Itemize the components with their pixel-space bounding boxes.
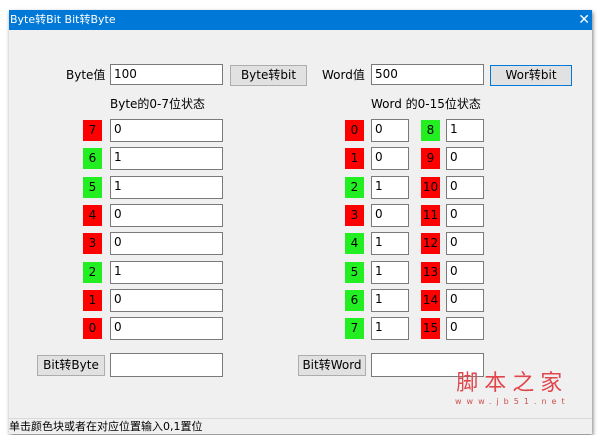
- word-bit-input[interactable]: 0: [446, 260, 484, 284]
- word-input[interactable]: 500: [371, 64, 484, 85]
- byte-result-input[interactable]: [110, 353, 223, 377]
- word-bit-input[interactable]: 1: [371, 260, 409, 284]
- word-label: Word值: [322, 68, 365, 82]
- byte-bit-input[interactable]: 0: [110, 288, 223, 312]
- watermark-name: 脚本之家: [456, 371, 569, 396]
- word-bit-toggle[interactable]: 2: [345, 176, 364, 198]
- word-bit-toggle[interactable]: 14: [421, 289, 440, 311]
- byte-bit-toggle[interactable]: 3: [83, 233, 102, 255]
- word-bit-toggle[interactable]: 12: [421, 233, 440, 255]
- word-bit-input[interactable]: 0: [371, 147, 409, 171]
- word-bit-toggle[interactable]: 4: [345, 233, 364, 255]
- watermark-url: www.jb51.net: [455, 397, 570, 406]
- word-bit-toggle[interactable]: 6: [345, 289, 364, 311]
- byte-bit-input[interactable]: 0: [110, 203, 223, 227]
- word-bit-toggle[interactable]: 9: [421, 148, 440, 170]
- byte-bit-toggle[interactable]: 4: [83, 204, 102, 226]
- byte-bit-toggle[interactable]: 2: [83, 261, 102, 283]
- word-bit-toggle[interactable]: 0: [345, 120, 364, 141]
- word-bit-input[interactable]: 0: [446, 232, 484, 256]
- byte-bit-toggle[interactable]: 5: [83, 176, 102, 198]
- word-section-title: Word 的0-15位状态: [371, 97, 481, 111]
- word-bit-input[interactable]: 1: [371, 288, 409, 312]
- byte-bit-toggle[interactable]: 6: [83, 148, 102, 170]
- word-bit-toggle[interactable]: 11: [421, 204, 440, 226]
- close-icon[interactable]: ✕: [578, 10, 590, 30]
- byte-to-bit-button[interactable]: Byte转bit: [230, 65, 307, 86]
- word-bit-input[interactable]: 0: [446, 147, 484, 171]
- word-bit-input[interactable]: 1: [371, 232, 409, 256]
- main-window: Byte转Bit Bit转Byte ✕ Byte值 100 Byte转bit W…: [9, 10, 592, 434]
- byte-label: Byte值: [66, 68, 106, 82]
- word-bit-input[interactable]: 0: [446, 175, 484, 199]
- byte-bit-input[interactable]: 0: [110, 119, 223, 142]
- word-bit-toggle[interactable]: 10: [421, 176, 440, 198]
- word-bit-input[interactable]: 0: [446, 317, 484, 341]
- word-bit-toggle[interactable]: 3: [345, 204, 364, 226]
- bit-to-byte-button[interactable]: Bit转Byte: [37, 355, 105, 376]
- word-bit-input[interactable]: 1: [371, 175, 409, 199]
- byte-bit-input[interactable]: 0: [110, 232, 223, 256]
- word-bit-toggle[interactable]: 7: [345, 318, 364, 340]
- byte-bit-toggle[interactable]: 7: [83, 120, 102, 141]
- word-bit-input[interactable]: 0: [446, 288, 484, 312]
- word-to-bit-button[interactable]: Wor转bit: [490, 65, 572, 86]
- status-bar: 单击颜色块或者在对应位置输入0,1置位: [9, 418, 592, 435]
- word-bit-toggle[interactable]: 5: [345, 261, 364, 283]
- byte-section-title: Byte的0-7位状态: [110, 97, 206, 111]
- word-bit-input[interactable]: 0: [446, 203, 484, 227]
- word-bit-input[interactable]: 1: [446, 119, 484, 142]
- word-bit-toggle[interactable]: 15: [421, 318, 440, 340]
- byte-bit-input[interactable]: 1: [110, 175, 223, 199]
- word-bit-toggle[interactable]: 1: [345, 148, 364, 170]
- word-bit-input[interactable]: 0: [371, 119, 409, 142]
- byte-input[interactable]: 100: [110, 64, 223, 85]
- word-bit-toggle[interactable]: 8: [421, 120, 440, 141]
- byte-bit-toggle[interactable]: 0: [83, 318, 102, 340]
- title-bar: Byte转Bit Bit转Byte ✕: [9, 10, 592, 30]
- bit-to-word-button[interactable]: Bit转Word: [298, 355, 366, 376]
- watermark: 脚本之家 www.jb51.net: [455, 365, 570, 406]
- word-bit-toggle[interactable]: 13: [421, 261, 440, 283]
- byte-bit-input[interactable]: 1: [110, 260, 223, 284]
- byte-bit-input[interactable]: 0: [110, 317, 223, 341]
- byte-bit-input[interactable]: 1: [110, 147, 223, 171]
- byte-bit-toggle[interactable]: 1: [83, 289, 102, 311]
- word-bit-input[interactable]: 1: [371, 317, 409, 341]
- word-bit-input[interactable]: 0: [371, 203, 409, 227]
- window-title: Byte转Bit Bit转Byte: [10, 13, 116, 26]
